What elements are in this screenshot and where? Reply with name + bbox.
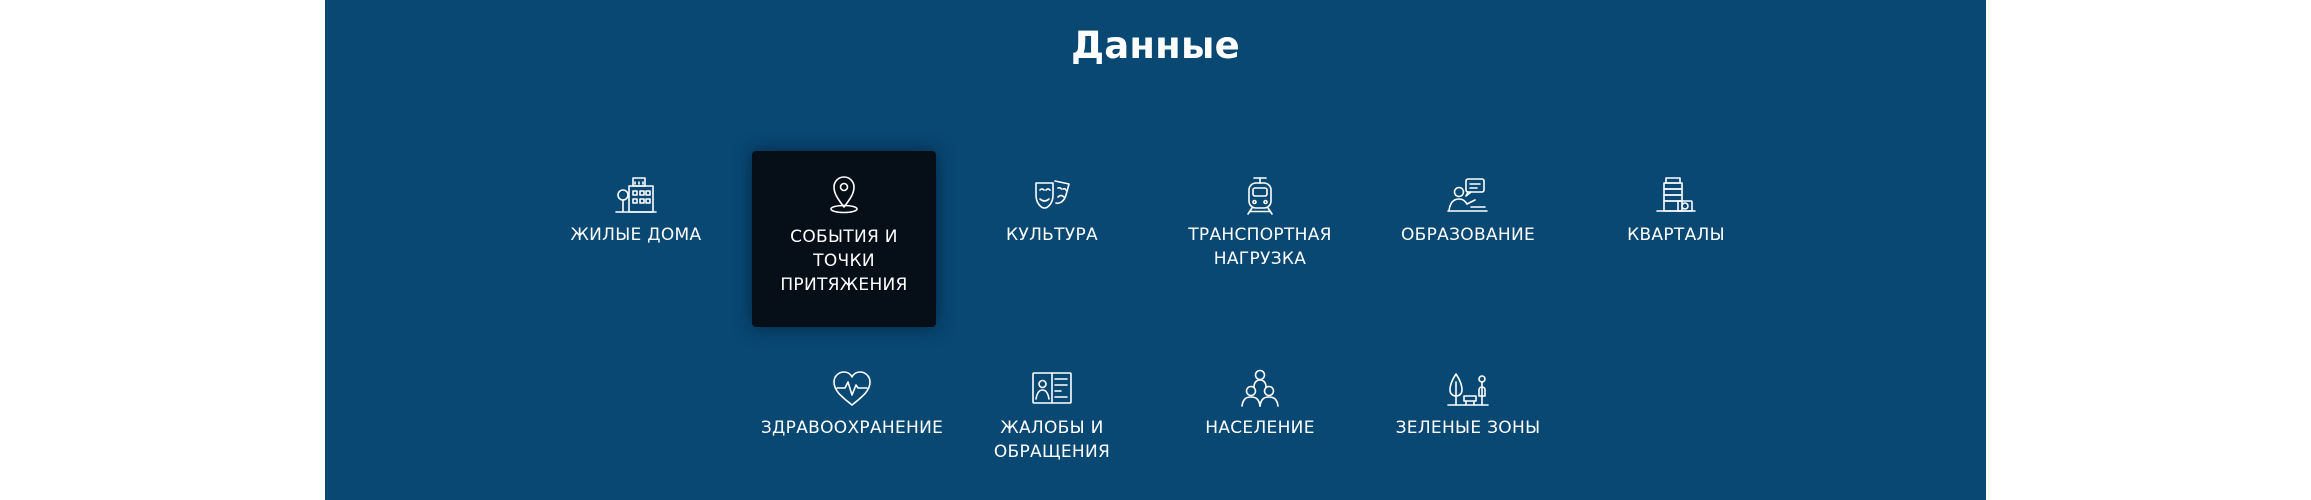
- tile-label: ЗЕЛЕНЫЕ ЗОНЫ: [1395, 418, 1541, 438]
- population-icon: [1237, 366, 1283, 412]
- tile-residential-buildings[interactable]: ЖИЛЫЕ ДОМА: [544, 153, 728, 247]
- tile-label: ЖИЛЫЕ ДОМА: [570, 225, 702, 245]
- heart-pulse-icon: [829, 366, 875, 412]
- data-section-panel: Данные ЖИЛЫЕ ДОМА СОБЫТИЯ И ТОЧКИ ПРИТЯЖ…: [325, 0, 1986, 500]
- park-tree-icon: [1445, 366, 1491, 412]
- tile-city-blocks[interactable]: КВАРТАЛЫ: [1584, 153, 1768, 247]
- tile-label: КВАРТАЛЫ: [1627, 225, 1725, 245]
- tile-label: КУЛЬТУРА: [1006, 225, 1098, 245]
- tile-healthcare[interactable]: ЗДРАВООХРАНЕНИЕ: [760, 346, 944, 440]
- page: Данные ЖИЛЫЕ ДОМА СОБЫТИЯ И ТОЧКИ ПРИТЯЖ…: [0, 0, 2311, 500]
- tile-population[interactable]: НАСЕЛЕНИЕ: [1168, 346, 1352, 440]
- section-title: Данные: [1071, 24, 1240, 67]
- complaint-form-icon: [1029, 366, 1075, 412]
- tile-complaints-appeals[interactable]: ЖАЛОБЫ И ОБРАЩЕНИЯ: [960, 346, 1144, 464]
- tile-label: НАСЕЛЕНИЕ: [1205, 418, 1315, 438]
- tile-label: ЖАЛОБЫ И ОБРАЩЕНИЯ: [993, 418, 1111, 462]
- tile-education[interactable]: ОБРАЗОВАНИЕ: [1376, 153, 1560, 247]
- tile-green-zones[interactable]: ЗЕЛЕНЫЕ ЗОНЫ: [1376, 346, 1560, 440]
- location-pin-icon: [821, 171, 867, 217]
- tram-icon: [1237, 173, 1283, 219]
- tile-label: ОБРАЗОВАНИЕ: [1400, 225, 1536, 245]
- tile-culture[interactable]: КУЛЬТУРА: [960, 153, 1144, 247]
- tile-label: ТРАНСПОРТНАЯ НАГРУЗКА: [1188, 225, 1332, 269]
- city-blocks-icon: [1653, 173, 1699, 219]
- tile-transport-load[interactable]: ТРАНСПОРТНАЯ НАГРУЗКА: [1168, 153, 1352, 271]
- theater-masks-icon: [1029, 173, 1075, 219]
- teacher-icon: [1445, 173, 1491, 219]
- residential-buildings-icon: [613, 173, 659, 219]
- tile-label: ЗДРАВООХРАНЕНИЕ: [760, 418, 944, 438]
- tile-label: СОБЫТИЯ И ТОЧКИ ПРИТЯЖЕНИЯ: [780, 227, 908, 295]
- tile-events-attractions[interactable]: СОБЫТИЯ И ТОЧКИ ПРИТЯЖЕНИЯ: [752, 151, 936, 327]
